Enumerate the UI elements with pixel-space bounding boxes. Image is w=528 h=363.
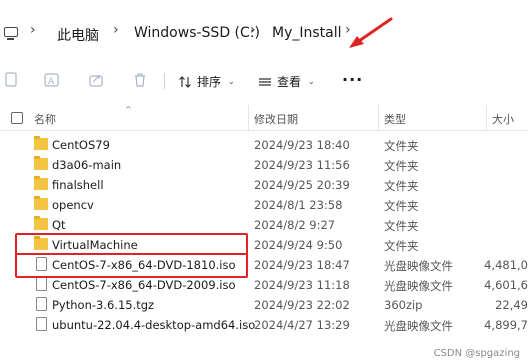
file-date: 2024/8/1 23:58 xyxy=(254,198,343,212)
column-divider[interactable] xyxy=(378,105,379,131)
column-divider[interactable] xyxy=(248,105,249,131)
file-size xyxy=(468,238,528,252)
sort-button[interactable]: 排序 ⌄ xyxy=(178,73,235,90)
select-all-checkbox[interactable] xyxy=(11,112,23,124)
file-type: 光盘映像文件 xyxy=(384,259,453,273)
file-name: CentOS-7-x86_64-DVD-2009.iso xyxy=(52,278,236,292)
file-name: opencv xyxy=(52,198,94,212)
view-label: 查看 xyxy=(277,75,302,89)
delete-icon[interactable] xyxy=(132,71,148,89)
column-header: ^ 名称 修改日期 类型 大小 xyxy=(0,105,528,131)
sort-label: 排序 xyxy=(197,75,222,89)
file-size-text: 22,49 xyxy=(495,298,528,312)
file-type: 文件夹 xyxy=(384,179,419,193)
file-size-text: 4,481,0 xyxy=(484,258,528,272)
file-date: 2024/9/23 11:56 xyxy=(254,158,350,172)
file-size-text: 4,601,6 xyxy=(484,278,528,292)
file-type: 文件夹 xyxy=(384,219,419,233)
folder-icon xyxy=(34,136,48,150)
file-date: 2024/9/23 11:18 xyxy=(254,278,350,292)
file-type: 文件夹 xyxy=(384,159,419,173)
file-size: 4,481,0 xyxy=(468,258,528,272)
column-name[interactable]: 名称 xyxy=(34,111,56,127)
file-name: Python-3.6.15.tgz xyxy=(52,298,155,312)
rename-icon[interactable]: A xyxy=(44,71,60,89)
annotation-arrow xyxy=(349,17,393,48)
file-size: 22,49 xyxy=(468,298,528,312)
chevron-down-icon: ⌄ xyxy=(228,77,235,86)
column-type[interactable]: 类型 xyxy=(384,111,406,127)
file-type: 文件夹 xyxy=(384,239,419,253)
watermark-text: CSDN @spgazing xyxy=(433,348,520,359)
list-item[interactable]: opencv 2024/8/1 23:58 文件夹 xyxy=(0,195,528,215)
chevron-right-icon[interactable]: › xyxy=(113,22,119,38)
file-type: 360zip xyxy=(384,298,423,312)
file-type: 光盘映像文件 xyxy=(384,279,453,293)
sort-icon xyxy=(179,75,191,88)
more-options-button[interactable]: ··· xyxy=(342,70,363,89)
folder-icon xyxy=(34,216,48,230)
file-type: 文件夹 xyxy=(384,139,419,153)
command-bar: A 排序 ⌄ 查看 ⌄ ··· xyxy=(0,62,528,102)
file-size: 4,899,7 xyxy=(468,318,528,332)
disc-image-file-icon xyxy=(36,277,47,291)
file-date: 2024/9/24 9:50 xyxy=(254,238,343,252)
file-date: 2024/9/23 18:40 xyxy=(254,138,350,152)
file-type: 光盘映像文件 xyxy=(384,319,453,333)
file-name: Qt xyxy=(52,218,66,232)
computer-icon[interactable] xyxy=(4,27,18,40)
column-size[interactable]: 大小 xyxy=(492,111,514,127)
column-date[interactable]: 修改日期 xyxy=(254,111,298,127)
file-size-text: 4,899,7 xyxy=(484,318,528,332)
file-size xyxy=(468,138,528,152)
file-name: d3a06-main xyxy=(52,158,122,172)
copy-icon[interactable] xyxy=(3,71,19,89)
disc-image-file-icon xyxy=(36,317,47,331)
annotation-highlight-box xyxy=(15,233,248,255)
archive-file-icon xyxy=(36,297,47,311)
breadcrumb-drive-c[interactable]: Windows-SSD (C:) xyxy=(134,25,260,41)
view-list-icon xyxy=(259,77,271,86)
file-size xyxy=(468,158,528,172)
file-size xyxy=(468,178,528,192)
breadcrumb-this-pc[interactable]: 此电脑 xyxy=(57,25,99,45)
view-button[interactable]: 查看 ⌄ xyxy=(258,73,315,90)
svg-text:A: A xyxy=(48,77,55,87)
file-name: finalshell xyxy=(52,178,104,192)
sort-caret-icon: ^ xyxy=(125,105,132,114)
file-date: 2024/9/23 18:47 xyxy=(254,258,350,272)
list-item[interactable]: CentOS79 2024/9/23 18:40 文件夹 xyxy=(0,135,528,155)
file-size xyxy=(468,198,528,212)
folder-icon xyxy=(34,156,48,170)
file-date: 2024/4/27 13:29 xyxy=(254,318,350,332)
list-item[interactable]: d3a06-main 2024/9/23 11:56 文件夹 xyxy=(0,155,528,175)
list-item[interactable]: Qt 2024/8/2 9:27 文件夹 xyxy=(0,215,528,235)
breadcrumb-my-install[interactable]: My_Install xyxy=(272,25,342,41)
file-date: 2024/9/25 20:39 xyxy=(254,178,350,192)
file-name: CentOS79 xyxy=(52,138,110,152)
toolbar-divider xyxy=(164,73,165,89)
share-icon[interactable] xyxy=(88,71,104,89)
file-date: 2024/8/2 9:27 xyxy=(254,218,336,232)
chevron-right-icon[interactable]: › xyxy=(250,22,256,38)
list-item[interactable]: Python-3.6.15.tgz 2024/9/23 22:02 360zip… xyxy=(0,295,528,315)
file-name: ubuntu-22.04.4-desktop-amd64.iso xyxy=(52,318,256,332)
file-type: 文件夹 xyxy=(384,199,419,213)
chevron-right-icon[interactable]: › xyxy=(30,22,36,38)
folder-icon xyxy=(34,196,48,210)
list-item[interactable]: finalshell 2024/9/25 20:39 文件夹 xyxy=(0,175,528,195)
list-item[interactable]: CentOS-7-x86_64-DVD-2009.iso 2024/9/23 1… xyxy=(0,275,528,295)
annotation-highlight-box xyxy=(15,253,248,278)
file-size xyxy=(468,218,528,232)
file-size: 4,601,6 xyxy=(468,278,528,292)
chevron-down-icon: ⌄ xyxy=(308,77,315,86)
file-date: 2024/9/23 22:02 xyxy=(254,298,350,312)
column-divider[interactable] xyxy=(486,105,487,131)
list-item[interactable]: ubuntu-22.04.4-desktop-amd64.iso 2024/4/… xyxy=(0,315,528,335)
folder-icon xyxy=(34,176,48,190)
